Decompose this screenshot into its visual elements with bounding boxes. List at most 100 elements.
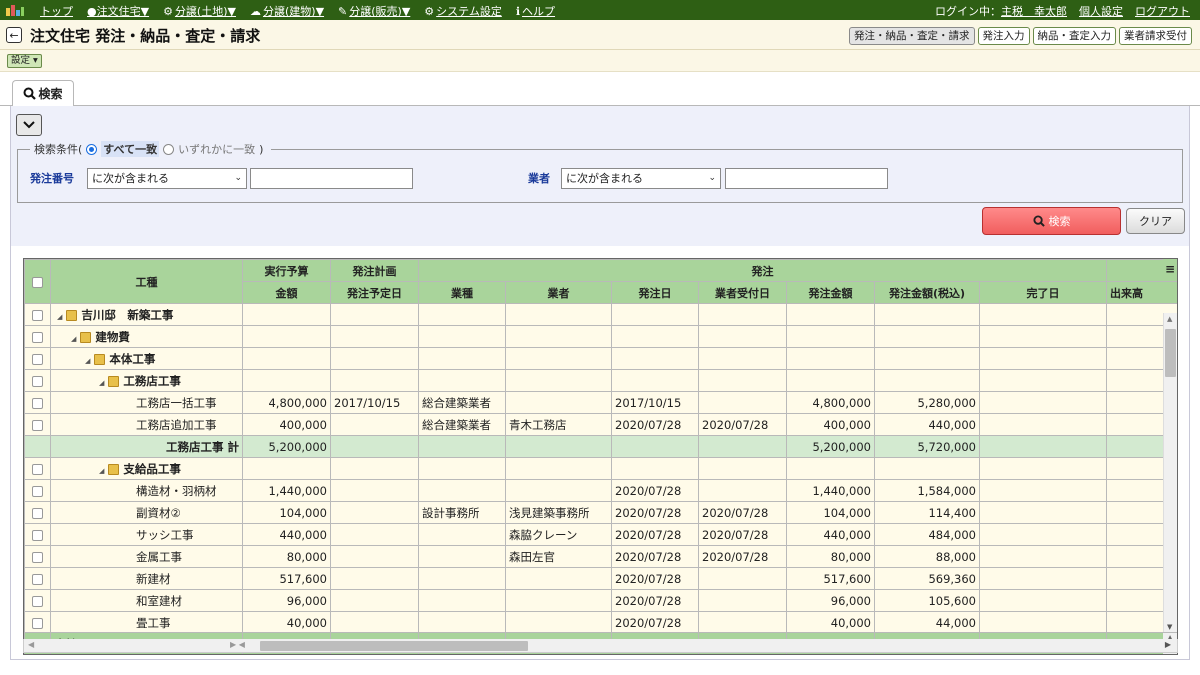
horizontal-scrollbar[interactable]: ◀ ▶ ◀ ▶: [23, 639, 1178, 653]
column-header-order-amount-tax[interactable]: 発注金額(税込): [874, 281, 980, 304]
table-row[interactable]: 金属工事 80,000 森田左官 2020/07/28 2020/07/28 80,000…: [24, 545, 1177, 568]
grid-cell: 40,000: [242, 611, 331, 634]
nav-item-label[interactable]: トップ: [40, 3, 73, 19]
clear-button[interactable]: クリア: [1126, 208, 1185, 234]
nav-item-label[interactable]: 分譲(販売)▼: [349, 3, 410, 19]
column-menu-icon[interactable]: ≡: [1163, 259, 1177, 281]
row-checkbox[interactable]: [32, 551, 43, 563]
table-row[interactable]: サッシ工事 440,000 森脇クレーン 2020/07/28 2020/07/28 44…: [24, 523, 1177, 546]
subtotal-row[interactable]: 工務店工事 計 5,200,000 5,200,000 5,720,000: [24, 435, 1177, 458]
folder-row[interactable]: ◢ 支給品工事: [24, 457, 1177, 480]
column-header-trade[interactable]: 業種: [418, 281, 506, 304]
grid-cell: [786, 457, 875, 480]
column-header-order-date[interactable]: 発注日: [611, 281, 699, 304]
vendor-input[interactable]: [725, 168, 888, 189]
folder-row[interactable]: ◢ 工務店工事: [24, 369, 1177, 392]
nav-item-3[interactable]: ☁ 分譲(建物)▼: [250, 3, 324, 19]
row-checkbox[interactable]: [32, 463, 43, 475]
settings-dropdown-button[interactable]: 設定 ▾: [7, 54, 42, 68]
table-row[interactable]: 工務店一括工事 4,800,000 2017/10/15 総合建築業者 2017/10/…: [24, 391, 1177, 414]
row-checkbox[interactable]: [32, 419, 43, 431]
folder-row[interactable]: ◢ 建物費: [24, 325, 1177, 348]
nav-item-label[interactable]: 分譲(建物)▼: [263, 3, 324, 19]
scroll-right-icon[interactable]: ▶: [1165, 640, 1171, 649]
nav-item-label[interactable]: 分譲(土地)▼: [175, 3, 236, 19]
nav-item-label[interactable]: ●注文住宅▼: [87, 3, 149, 19]
row-checkbox[interactable]: [32, 529, 43, 541]
order-number-operator-value: に次が含まれる: [92, 172, 169, 185]
table-row[interactable]: 和室建材 96,000 2020/07/28 96,000 105,600: [24, 589, 1177, 612]
row-checkbox[interactable]: [32, 617, 43, 629]
tab-order-delivery-button[interactable]: 発注・納品・査定・請求: [849, 27, 975, 45]
personal-settings-link[interactable]: 個人設定: [1079, 3, 1123, 19]
nav-item-4[interactable]: ✎ 分譲(販売)▼: [338, 3, 410, 19]
scroll-down-icon[interactable]: ▼: [1167, 623, 1172, 631]
column-header-budget-amount[interactable]: 金額: [242, 281, 331, 304]
grid-cell: [505, 303, 612, 326]
row-checkbox[interactable]: [32, 309, 43, 321]
row-checkbox[interactable]: [32, 331, 43, 343]
expand-triangle-icon[interactable]: ◢: [57, 313, 62, 321]
expand-triangle-icon[interactable]: ◢: [99, 467, 104, 475]
user-name-link[interactable]: 主税 幸太郎: [1001, 5, 1067, 18]
expand-triangle-icon[interactable]: ◢: [71, 335, 76, 343]
select-all-checkbox[interactable]: [32, 276, 43, 288]
order-input-button[interactable]: 発注入力: [977, 27, 1030, 45]
nav-item-0[interactable]: トップ: [40, 3, 73, 19]
cloud-icon: ☁: [249, 4, 261, 18]
nav-item-5[interactable]: ⚙ システム設定: [424, 3, 502, 19]
grid-cell: [874, 325, 980, 348]
table-row[interactable]: 構造材・羽柄材 1,440,000 2020/07/28 1,440,000 1,584…: [24, 479, 1177, 502]
group-header-order: 発注: [417, 259, 1108, 282]
column-header-koushu[interactable]: 工種: [50, 259, 243, 304]
row-checkbox[interactable]: [32, 397, 43, 409]
column-header-vendor[interactable]: 業者: [505, 281, 612, 304]
nav-item-2[interactable]: ⚙ 分譲(土地)▼: [163, 3, 236, 19]
back-button[interactable]: ←: [6, 27, 22, 43]
table-row[interactable]: 副資材② 104,000 設計事務所 浅見建築事務所 2020/07/28 2020/07…: [24, 501, 1177, 524]
expand-triangle-icon[interactable]: ◢: [85, 357, 90, 365]
nav-item-label[interactable]: ヘルプ: [522, 3, 555, 19]
vertical-scroll-thumb[interactable]: [1165, 329, 1176, 377]
nav-item-label[interactable]: システム設定: [436, 3, 502, 19]
row-checkbox[interactable]: [32, 573, 43, 585]
delivery-assessment-input-button[interactable]: 納品・査定入力: [1032, 27, 1116, 45]
table-row[interactable]: 新建材 517,600 2020/07/28 517,600 569,360: [24, 567, 1177, 590]
radio-match-any[interactable]: [163, 143, 175, 155]
scroll-left-icon[interactable]: ◀: [28, 640, 34, 649]
row-checkbox[interactable]: [32, 375, 43, 387]
expand-triangle-icon[interactable]: ◢: [99, 379, 104, 387]
logout-link[interactable]: ログアウト: [1135, 3, 1190, 19]
column-header-progress[interactable]: 出来高: [1106, 281, 1177, 304]
horizontal-scroll-thumb[interactable]: [260, 641, 528, 651]
match-any-label[interactable]: いずれかに一致: [178, 141, 255, 157]
order-number-operator-select[interactable]: に次が含まれる ⌄: [87, 168, 247, 189]
nav-item-6[interactable]: ℹ ヘルプ: [516, 3, 555, 19]
table-row[interactable]: 畳工事 40,000 2020/07/28 40,000 44,000: [24, 611, 1177, 634]
folder-row[interactable]: ◢ 本体工事: [24, 347, 1177, 370]
search-button[interactable]: 検索: [982, 207, 1121, 235]
tab-search[interactable]: 検索: [12, 80, 74, 107]
scroll-up-icon[interactable]: ▲: [1167, 315, 1172, 323]
grid-cell: 517,600: [242, 567, 331, 590]
row-checkbox[interactable]: [32, 595, 43, 607]
row-checkbox[interactable]: [32, 485, 43, 497]
folder-row[interactable]: ◢ 吉川邸 新築工事: [24, 303, 1177, 326]
row-checkbox-cell: [24, 501, 51, 524]
table-row[interactable]: 工務店追加工事 400,000 総合建築業者 青木工務店 2020/07/28 2020/…: [24, 413, 1177, 436]
column-header-completion-date[interactable]: 完了日: [978, 281, 1108, 304]
column-header-received-date[interactable]: 業者受付日: [698, 281, 787, 304]
vendor-operator-select[interactable]: に次が含まれる ⌄: [561, 168, 721, 189]
match-all-label[interactable]: すべて一致: [101, 141, 160, 157]
column-header-planned-date[interactable]: 発注予定日: [330, 281, 419, 304]
row-checkbox[interactable]: [32, 353, 43, 365]
collapse-toggle-button[interactable]: [16, 114, 42, 136]
order-number-input[interactable]: [250, 168, 413, 189]
column-header-order-amount[interactable]: 発注金額: [786, 281, 875, 304]
radio-match-all[interactable]: [86, 143, 98, 155]
row-checkbox[interactable]: [32, 507, 43, 519]
vendor-invoice-button[interactable]: 業者請求受付: [1119, 27, 1192, 45]
vertical-scrollbar[interactable]: ▲ ▼: [1163, 313, 1177, 633]
nav-item-1[interactable]: ●注文住宅▼: [87, 3, 149, 19]
scroll-mid-arrows-icon[interactable]: ▶ ◀: [230, 640, 245, 649]
